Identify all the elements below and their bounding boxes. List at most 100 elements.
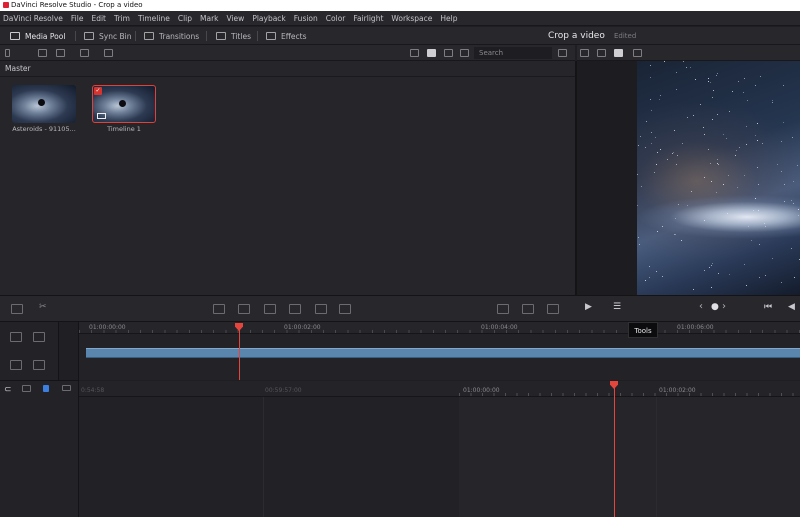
star-icon <box>649 266 650 267</box>
close-up-icon[interactable] <box>497 304 509 314</box>
text-tool-icon[interactable] <box>10 332 22 342</box>
menu-davinci-resolve[interactable]: DaVinci Resolve <box>3 14 63 23</box>
star-icon <box>673 152 674 153</box>
media-search-input[interactable]: Search <box>474 47 552 59</box>
star-icon <box>772 258 773 259</box>
viewer-frame[interactable] <box>637 61 800 295</box>
filter-icon[interactable] <box>558 49 567 57</box>
upper-timeline[interactable]: 01:00:00:00 01:00:02:00 01:00:04:00 01:00:0… <box>79 322 800 380</box>
transitions-button[interactable]: Transitions <box>144 27 199 45</box>
track-options-icon[interactable] <box>10 360 22 370</box>
gridline <box>263 397 264 517</box>
menu-fusion[interactable]: Fusion <box>294 14 318 23</box>
star-icon <box>710 163 711 164</box>
star-icon <box>646 121 647 122</box>
star-icon <box>710 82 711 83</box>
lower-playhead[interactable] <box>614 385 615 517</box>
checkmark-icon: ✓ <box>94 87 102 95</box>
clip-thumbnail-asteroids[interactable] <box>12 85 76 123</box>
menu-help[interactable]: Help <box>440 14 457 23</box>
lower-ruler-right[interactable] <box>459 381 800 397</box>
overwrite-clip-icon[interactable] <box>238 304 250 314</box>
append-end-icon[interactable] <box>315 304 327 314</box>
menu-mark[interactable]: Mark <box>200 14 219 23</box>
menu-fairlight[interactable]: Fairlight <box>353 14 383 23</box>
star-icon <box>781 141 782 142</box>
source-viewer-icon[interactable] <box>597 49 606 57</box>
menu-trim[interactable]: Trim <box>114 14 130 23</box>
unlink-icon[interactable] <box>104 49 113 57</box>
star-icon <box>681 240 682 241</box>
toolbar-divider <box>135 31 136 41</box>
prev-page-icon[interactable]: ‹ <box>699 301 711 312</box>
smart-bin-icon[interactable] <box>56 49 65 57</box>
new-bin-icon[interactable] <box>38 49 47 57</box>
timecode-label: 01:00:06:00 <box>677 324 714 331</box>
text-tool-alt-icon[interactable] <box>33 332 45 342</box>
sort-icon[interactable] <box>410 49 419 57</box>
clip-label-asteroids: Asteroids - 91105... <box>12 125 76 133</box>
star-icon <box>798 215 799 216</box>
star-icon <box>686 67 687 68</box>
tools-icon[interactable]: ☰ <box>613 302 625 312</box>
timeline-ruler[interactable]: 01:00:00:00 01:00:02:00 01:00:04:00 01:00:0… <box>79 322 800 334</box>
fit-to-fill-icon[interactable] <box>522 304 534 314</box>
insert-clip-icon[interactable] <box>213 304 225 314</box>
place-on-top-icon[interactable] <box>289 304 301 314</box>
menu-clip[interactable]: Clip <box>178 14 192 23</box>
titles-button[interactable]: Titles <box>216 27 251 45</box>
viewer-mode-icon[interactable] <box>580 49 589 57</box>
edit-mode-icon[interactable] <box>11 304 23 314</box>
star-icon <box>717 159 718 160</box>
menu-view[interactable]: View <box>227 14 245 23</box>
star-icon <box>676 89 677 90</box>
menu-color[interactable]: Color <box>326 14 346 23</box>
lower-timeline[interactable]: 0:54:58 00:59:57:00 01:00:00:00 01:00:02:00 <box>79 381 800 517</box>
play-icon[interactable]: ▶ <box>585 302 597 312</box>
timeline-viewer-icon[interactable] <box>614 49 623 57</box>
window-title: DaVinci Resolve Studio - Crop a video <box>11 1 143 9</box>
link-clips-icon[interactable] <box>22 385 31 392</box>
thumbnail-view-icon[interactable] <box>427 49 436 57</box>
star-icon <box>737 187 738 188</box>
menu-edit[interactable]: Edit <box>91 14 106 23</box>
link-icon[interactable] <box>80 49 89 57</box>
replace-clip-icon[interactable] <box>264 304 276 314</box>
star-icon <box>690 67 691 68</box>
marker-icon[interactable] <box>62 385 71 391</box>
playhead[interactable] <box>239 326 240 380</box>
lower-track-area-left[interactable] <box>79 397 459 517</box>
timeline-video-clip[interactable] <box>86 348 800 358</box>
titles-icon <box>216 32 226 40</box>
menu-workspace[interactable]: Workspace <box>391 14 432 23</box>
lower-track-area-right[interactable] <box>459 397 800 517</box>
clip-thumbnail-timeline[interactable]: ✓ <box>92 85 156 123</box>
star-icon <box>650 99 651 100</box>
star-icon <box>793 203 794 204</box>
star-icon <box>662 226 663 227</box>
snapping-icon[interactable]: ⊂ <box>4 385 16 395</box>
star-icon <box>757 123 758 124</box>
star-icon <box>691 191 692 192</box>
sidebar-toggle-icon[interactable] <box>5 49 10 57</box>
play-reverse-icon[interactable]: ◀ <box>788 302 800 312</box>
effects-button[interactable]: Effects <box>266 27 307 45</box>
list-view-icon[interactable] <box>444 49 453 57</box>
menu-bar: DaVinci Resolve File Edit Trim Timeline … <box>0 11 800 26</box>
flag-icon[interactable] <box>43 385 49 392</box>
star-icon <box>729 274 730 275</box>
menu-timeline[interactable]: Timeline <box>138 14 170 23</box>
sync-bin-button[interactable]: Sync Bin <box>84 27 131 45</box>
menu-file[interactable]: File <box>71 14 84 23</box>
star-icon <box>727 213 728 214</box>
track-options-alt-icon[interactable] <box>33 360 45 370</box>
media-pool-button[interactable]: Media Pool <box>10 27 65 45</box>
blade-icon[interactable]: ✂ <box>39 302 51 312</box>
menu-playback[interactable]: Playback <box>252 14 285 23</box>
viewer-options-icon[interactable] <box>633 49 642 57</box>
skip-to-start-icon[interactable]: ⏮ <box>764 302 776 312</box>
audio-meter-icon[interactable] <box>547 304 559 314</box>
next-page-icon[interactable]: › <box>722 301 734 312</box>
metadata-view-icon[interactable] <box>460 49 469 57</box>
ripple-overwrite-icon[interactable] <box>339 304 351 314</box>
